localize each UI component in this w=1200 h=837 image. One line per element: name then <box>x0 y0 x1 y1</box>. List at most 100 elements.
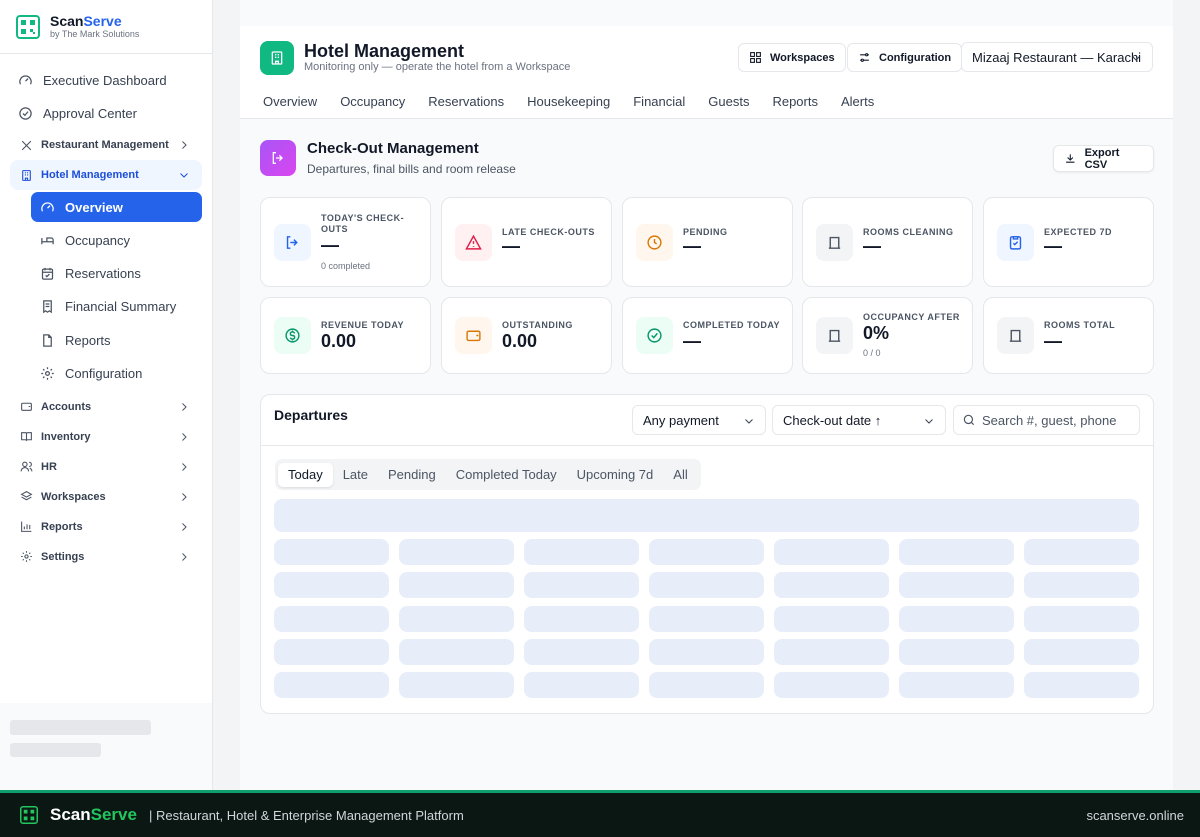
sidebar-item-reservations[interactable]: Reservations <box>31 259 202 289</box>
grid-icon <box>750 52 761 63</box>
sidebar-group-label: Hotel Management <box>41 169 139 181</box>
footer-tagline: | Restaurant, Hotel & Enterprise Managem… <box>148 807 464 823</box>
sidebar-group-reports[interactable]: Reports <box>10 512 202 542</box>
segment-today[interactable]: Today <box>278 462 333 487</box>
stat-card-todays-checkouts: TODAY'S CHECK-OUTS — 0 completed <box>260 197 431 287</box>
sidebar-group-label: Accounts <box>41 400 92 413</box>
skeleton-cell <box>649 605 764 632</box>
sort-select[interactable]: Check-out date ↑ <box>772 405 946 435</box>
stat-label: COMPLETED TODAY <box>683 320 781 330</box>
export-csv-button[interactable]: Export CSV <box>1053 145 1154 172</box>
segment-all[interactable]: All <box>663 463 697 487</box>
chevron-down-icon <box>180 173 188 178</box>
tab-reservations[interactable]: Reservations <box>417 94 516 119</box>
tab-occupancy[interactable]: Occupancy <box>329 94 417 119</box>
hotel-management-submenu: Overview Occupancy Reservations Financia… <box>10 192 202 388</box>
sidebar-item-label: Reservations <box>65 266 141 282</box>
divider <box>261 445 1153 446</box>
departures-filter-tabs: Today Late Pending Completed Today Upcom… <box>275 459 701 490</box>
door-icon <box>816 224 853 261</box>
skeleton-cell <box>524 605 639 632</box>
search-input[interactable] <box>982 412 1132 428</box>
sidebar-item-financial-summary[interactable]: Financial Summary <box>31 292 202 322</box>
bed-icon <box>41 237 54 245</box>
export-csv-label: Export CSV <box>1084 146 1120 171</box>
scanserve-logo-icon <box>20 806 38 824</box>
segment-late[interactable]: Late <box>333 463 378 487</box>
tab-overview[interactable]: Overview <box>240 94 329 119</box>
tab-reports[interactable]: Reports <box>761 94 830 119</box>
tab-guests[interactable]: Guests <box>697 94 761 119</box>
skeleton-cell <box>774 605 889 632</box>
stat-card-revenue-today: REVENUE TODAY 0.00 <box>260 297 431 374</box>
sidebar-item-reports[interactable]: Reports <box>31 325 202 355</box>
brand-subtitle: by The Mark Solutions <box>50 28 140 39</box>
clipboard-check-icon <box>997 224 1034 261</box>
building-icon <box>22 169 31 181</box>
skeleton-cell <box>399 672 514 699</box>
skeleton-cell <box>774 572 889 599</box>
chevron-right-icon <box>182 141 187 149</box>
door-icon <box>816 317 853 354</box>
tab-housekeeping[interactable]: Housekeeping <box>516 94 622 119</box>
gear-icon <box>41 367 54 380</box>
tab-financial[interactable]: Financial <box>622 94 697 119</box>
sidebar-item-label: Approval Center <box>43 106 137 121</box>
sidebar-group-inventory[interactable]: Inventory <box>10 422 202 452</box>
gear-icon <box>21 551 32 563</box>
download-icon <box>1066 154 1075 163</box>
sidebar-group-restaurant-management[interactable]: Restaurant Management <box>10 130 202 160</box>
skeleton-cell <box>1024 605 1139 632</box>
skeleton-line <box>10 743 101 757</box>
sidebar-item-occupancy[interactable]: Occupancy <box>31 225 202 255</box>
footer-brand-main: Scan <box>50 805 91 824</box>
skeleton-cell <box>399 605 514 632</box>
page-subtitle: Monitoring only — operate the hotel from… <box>304 61 571 73</box>
payment-filter-select[interactable]: Any payment <box>632 405 766 435</box>
users-icon <box>20 461 33 472</box>
stat-value: — <box>683 236 701 256</box>
scanserve-logo-icon <box>16 14 40 39</box>
stat-label: REVENUE TODAY <box>321 320 405 330</box>
chevron-right-icon <box>182 462 187 471</box>
skeleton-cell <box>649 638 764 665</box>
sidebar-group-accounts[interactable]: Accounts <box>10 392 202 422</box>
stat-value: 0.00 <box>502 331 538 351</box>
gauge-icon <box>41 201 54 212</box>
sidebar-group-settings[interactable]: Settings <box>10 542 202 572</box>
wallet-icon <box>455 317 492 354</box>
skeleton-cell <box>274 638 389 665</box>
stat-label: OCCUPANCY AFTER <box>863 312 960 322</box>
segment-completed-today[interactable]: Completed Today <box>446 463 567 487</box>
skeleton-cell <box>649 539 764 565</box>
sidebar-nav: Executive Dashboard Approval Center Rest… <box>0 54 212 572</box>
brand[interactable]: ScanServe by The Mark Solutions <box>0 0 212 54</box>
configuration-button[interactable]: Configuration <box>847 43 963 72</box>
chevron-right-icon <box>182 402 187 411</box>
check-circle-icon <box>19 107 32 120</box>
sidebar-item-label: Configuration <box>65 365 143 381</box>
skeleton-cell <box>649 572 764 599</box>
segment-upcoming-7d[interactable]: Upcoming 7d <box>567 463 664 487</box>
layers-icon <box>20 491 33 501</box>
clock-icon <box>636 224 673 261</box>
skeleton-cell <box>524 672 639 699</box>
sidebar-group-hr[interactable]: HR <box>10 452 202 482</box>
skeleton-cell <box>1024 638 1139 665</box>
branch-select[interactable]: Mizaaj Restaurant — Karachi <box>961 42 1153 72</box>
skeleton-cell <box>274 605 389 632</box>
stat-value: — <box>1044 236 1062 256</box>
segment-pending[interactable]: Pending <box>378 463 446 487</box>
sidebar-group-label: Restaurant Management <box>41 139 169 151</box>
sidebar-item-executive-dashboard[interactable]: Executive Dashboard <box>10 64 202 97</box>
skeleton-cell <box>399 539 514 565</box>
sidebar-user-skeleton <box>0 703 212 790</box>
sidebar-item-overview[interactable]: Overview <box>31 192 202 222</box>
sidebar-item-approval-center[interactable]: Approval Center <box>10 97 202 130</box>
sidebar-group-workspaces[interactable]: Workspaces <box>10 482 202 512</box>
workspaces-button[interactable]: Workspaces <box>738 43 846 72</box>
sidebar-item-configuration[interactable]: Configuration <box>31 358 202 388</box>
sidebar-group-hotel-management[interactable]: Hotel Management <box>10 160 202 190</box>
footer-url[interactable]: scanserve.online <box>1086 808 1184 823</box>
tab-alerts[interactable]: Alerts <box>829 94 885 119</box>
